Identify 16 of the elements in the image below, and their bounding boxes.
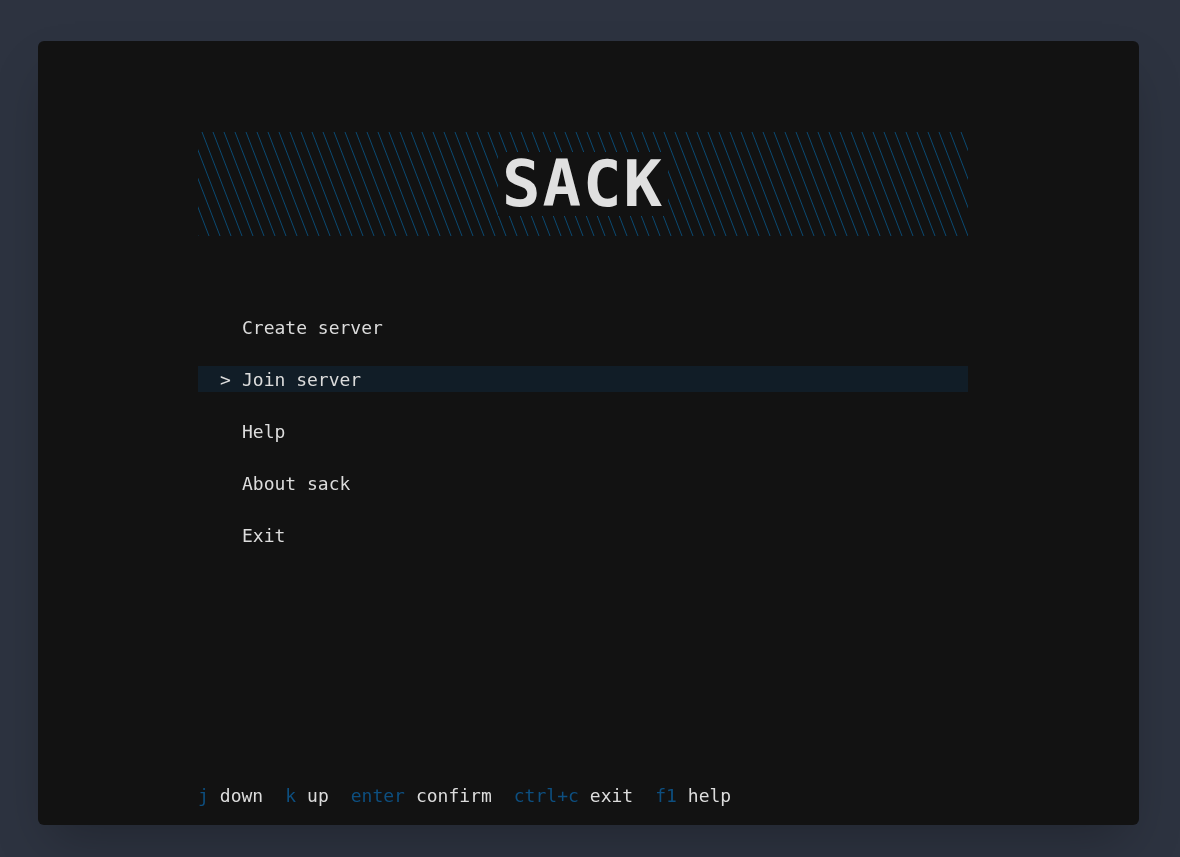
key-action: help — [687, 784, 732, 808]
key-action: up — [307, 784, 329, 808]
key-action: down — [219, 784, 264, 808]
menu-item[interactable]: Help — [198, 418, 968, 444]
key-hint: j — [198, 784, 209, 808]
key-action: exit — [589, 784, 634, 808]
key-hint: k — [285, 784, 297, 808]
key-hint: ctrl+c — [513, 784, 579, 808]
menu-item[interactable]: Create server — [198, 314, 968, 340]
key-hint: f1 — [655, 784, 677, 808]
menu-item[interactable]: About sack — [198, 470, 968, 496]
key-action: confirm — [415, 784, 492, 808]
menu-item[interactable]: > Join server — [198, 366, 968, 392]
menu-item[interactable]: Exit — [198, 522, 968, 548]
key-hint: enter — [350, 784, 405, 808]
logo: SACK — [497, 152, 669, 216]
